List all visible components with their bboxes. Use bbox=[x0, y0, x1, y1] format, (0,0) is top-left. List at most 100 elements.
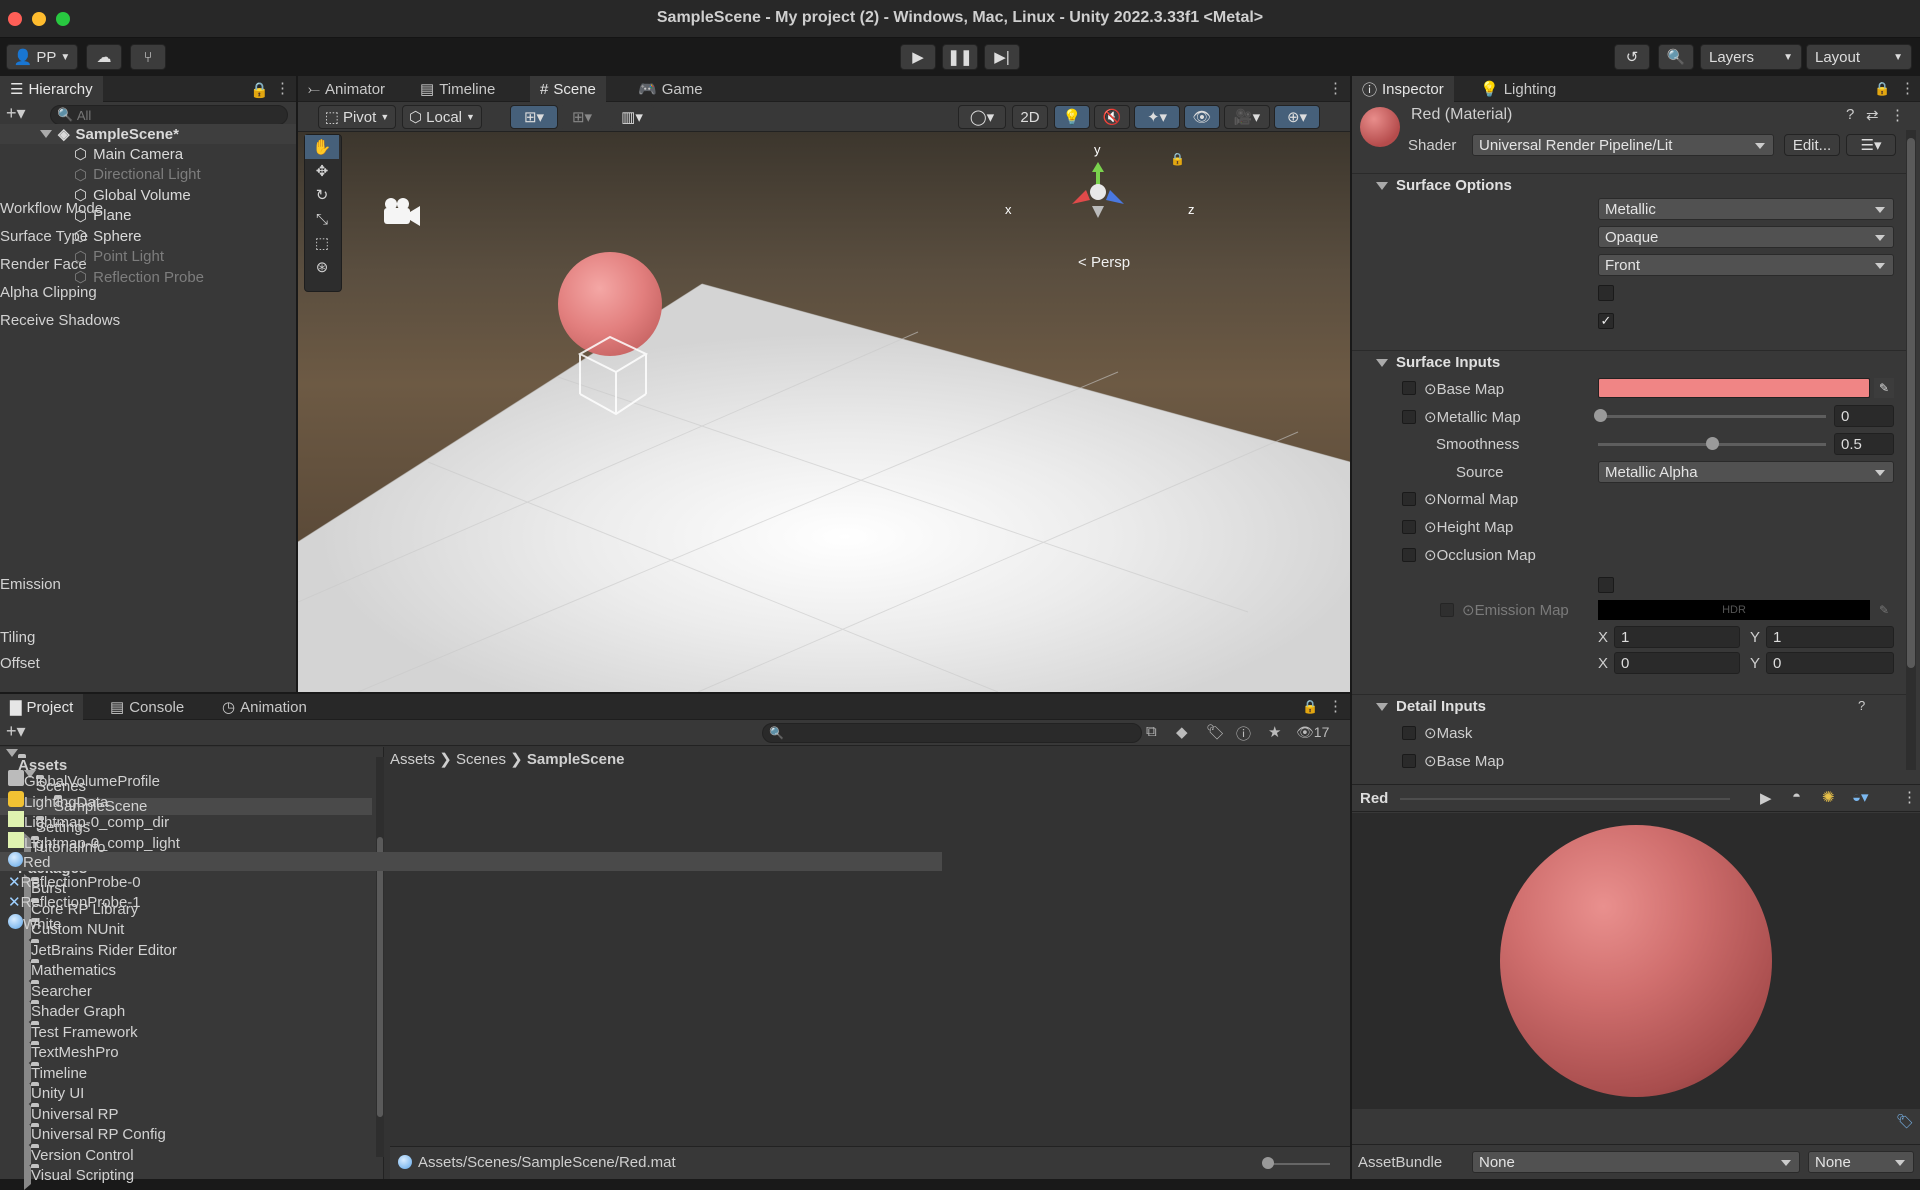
project-tree-item[interactable]: Mathematics bbox=[0, 956, 372, 985]
eyedropper-icon[interactable]: ✎ bbox=[1874, 600, 1894, 620]
tiling-y-field[interactable]: 1 bbox=[1766, 626, 1894, 648]
align-toggle[interactable]: ▥▾ bbox=[610, 105, 654, 129]
detail-inputs-header[interactable]: Detail Inputs bbox=[1352, 694, 1910, 718]
preview-drag-handle[interactable] bbox=[1400, 798, 1730, 800]
gizmos-dropdown[interactable]: ⊕▾ bbox=[1274, 105, 1320, 129]
2d-toggle[interactable]: 2D bbox=[1012, 105, 1048, 129]
more-menu-icon[interactable]: ⋮ bbox=[275, 79, 290, 97]
audio-toggle[interactable]: 🔇 bbox=[1094, 105, 1130, 129]
local-dropdown[interactable]: ⬡ Local ▼ bbox=[402, 105, 482, 129]
help-icon[interactable]: ? bbox=[1858, 698, 1865, 713]
scene-viewport[interactable]: ✋ ✥ ↻ ⤡ ⬚ ⊛ x y z 🔒 < Persp bbox=[298, 132, 1350, 692]
more-menu-icon[interactable]: ⋮ bbox=[1328, 697, 1343, 715]
workflow-mode-dropdown[interactable]: Metallic bbox=[1598, 198, 1894, 220]
collab-button[interactable]: ⑂ bbox=[130, 44, 166, 70]
hierarchy-search-input[interactable]: 🔍 All bbox=[50, 105, 288, 125]
project-tree-item[interactable]: TextMeshPro bbox=[0, 1038, 372, 1067]
asset-item[interactable]: White bbox=[0, 913, 942, 933]
inspector-scrollbar[interactable] bbox=[1906, 130, 1916, 770]
scene-visibility-toggle[interactable]: 👁 bbox=[1184, 105, 1220, 129]
shader-options-button[interactable]: ☰▾ bbox=[1846, 134, 1896, 156]
project-tree-item[interactable]: JetBrains Rider Editor bbox=[0, 935, 372, 965]
breadcrumb-assets[interactable]: Assets bbox=[390, 751, 435, 768]
step-button[interactable]: ▶| bbox=[984, 44, 1020, 70]
label-tag-icon[interactable]: 🏷 bbox=[1896, 1113, 1914, 1130]
pause-button[interactable]: ❚❚ bbox=[942, 44, 978, 70]
tab-lighting[interactable]: 💡 Lighting bbox=[1470, 76, 1566, 102]
layout-dropdown[interactable]: Layout ▼ bbox=[1806, 44, 1912, 70]
emission-map-texture-slot[interactable] bbox=[1440, 603, 1454, 617]
metallic-slider-handle[interactable] bbox=[1594, 409, 1607, 422]
lock-icon[interactable]: 🔒 bbox=[1302, 699, 1318, 715]
mask-texture-slot[interactable] bbox=[1402, 726, 1416, 740]
favorites-star-icon[interactable]: ★ bbox=[1268, 723, 1281, 741]
normal-map-texture-slot[interactable] bbox=[1402, 492, 1416, 506]
icon-size-slider[interactable] bbox=[1270, 1163, 1330, 1165]
source-dropdown[interactable]: Metallic Alpha bbox=[1598, 461, 1894, 483]
rotate-tool-icon[interactable]: ↻ bbox=[305, 183, 339, 207]
lock-icon[interactable]: 🔒 bbox=[250, 81, 269, 99]
emission-color-swatch[interactable]: HDR bbox=[1598, 600, 1870, 620]
transform-tool-icon[interactable]: ⊛ bbox=[305, 255, 339, 279]
scrollbar-thumb[interactable] bbox=[1907, 138, 1915, 668]
filter-by-label-icon[interactable]: 🏷 bbox=[1206, 723, 1225, 741]
material-preview-area[interactable]: 🏷 bbox=[1352, 813, 1920, 1129]
project-tree-item[interactable]: Version Control bbox=[0, 1140, 372, 1170]
more-menu-icon[interactable]: ⋮ bbox=[1900, 79, 1915, 97]
asset-item[interactable]: Red bbox=[0, 852, 942, 871]
hand-tool-icon[interactable]: ✋ bbox=[305, 135, 339, 159]
alpha-clipping-checkbox[interactable] bbox=[1598, 285, 1614, 301]
offset-y-field[interactable]: 0 bbox=[1766, 652, 1894, 674]
surface-type-dropdown[interactable]: Opaque bbox=[1598, 226, 1894, 248]
smoothness-value-field[interactable]: 0.5 bbox=[1834, 433, 1894, 455]
shading-mode-dropdown[interactable]: ◯▾ bbox=[958, 105, 1006, 129]
metallic-value-field[interactable]: 0 bbox=[1834, 405, 1894, 427]
scene-root[interactable]: ◈ SampleScene* bbox=[0, 124, 296, 144]
receive-shadows-checkbox[interactable]: ✓ bbox=[1598, 313, 1614, 329]
asset-item[interactable]: GlobalVolumeProfile bbox=[0, 770, 942, 790]
breadcrumb-samplescene[interactable]: SampleScene bbox=[527, 751, 625, 768]
surface-options-header[interactable]: Surface Options bbox=[1352, 173, 1910, 197]
presets-icon[interactable]: ⇄ bbox=[1866, 106, 1879, 124]
tab-game[interactable]: 🎮 Game bbox=[628, 76, 713, 102]
hidden-packages-toggle[interactable]: 👁17 bbox=[1296, 724, 1329, 741]
edit-shader-button[interactable]: Edit... bbox=[1784, 134, 1840, 156]
more-menu-icon[interactable]: ⋮ bbox=[1328, 79, 1343, 97]
render-face-dropdown[interactable]: Front bbox=[1598, 254, 1894, 276]
detail-base-map-texture-slot[interactable] bbox=[1402, 754, 1416, 768]
more-menu-icon[interactable]: ⋮ bbox=[1902, 788, 1917, 806]
filter-by-type-icon[interactable]: ◆ bbox=[1176, 723, 1188, 741]
project-tree-item[interactable]: Visual Scripting bbox=[0, 1161, 372, 1190]
surface-inputs-header[interactable]: Surface Inputs bbox=[1352, 350, 1910, 374]
asset-item[interactable]: Lightmap-0_comp_light bbox=[0, 831, 942, 852]
filter-warning-icon[interactable]: ⓘ bbox=[1236, 723, 1251, 744]
preview-sphere-icon[interactable]: ◒▾ bbox=[1852, 788, 1869, 806]
account-button[interactable]: 👤 PP ▼ bbox=[6, 44, 78, 70]
preview-light-icon[interactable]: ✺ bbox=[1822, 788, 1835, 806]
undo-history-button[interactable]: ↺ bbox=[1614, 44, 1650, 70]
hierarchy-item[interactable]: ⬡ Main Camera bbox=[0, 144, 296, 164]
asset-item[interactable]: ✕ ReflectionProbe-1 bbox=[0, 893, 942, 911]
emission-checkbox[interactable] bbox=[1598, 577, 1614, 593]
project-tree-item[interactable]: Test Framework bbox=[0, 1017, 372, 1047]
offset-x-field[interactable]: 0 bbox=[1614, 652, 1740, 674]
project-search-input[interactable]: 🔍 bbox=[762, 723, 1142, 743]
search-by-type-icon[interactable]: ⧉ bbox=[1146, 723, 1157, 740]
grid-snap-toggle[interactable]: ⊞▾ bbox=[510, 105, 558, 129]
assetbundle-dropdown[interactable]: None bbox=[1472, 1151, 1800, 1173]
pivot-dropdown[interactable]: ⬚ Pivot ▼ bbox=[318, 105, 396, 129]
lighting-toggle[interactable]: 💡 bbox=[1054, 105, 1090, 129]
perspective-toggle[interactable]: < Persp bbox=[1078, 254, 1130, 271]
search-button[interactable]: 🔍 bbox=[1658, 44, 1694, 70]
lock-icon[interactable]: 🔒 bbox=[1874, 81, 1890, 97]
breadcrumb-scenes[interactable]: Scenes bbox=[456, 751, 506, 768]
shader-dropdown[interactable]: Universal Render Pipeline/Lit bbox=[1472, 134, 1774, 156]
asset-item[interactable]: ✕ ReflectionProbe-0 bbox=[0, 873, 942, 891]
tiling-x-field[interactable]: 1 bbox=[1614, 626, 1740, 648]
tab-animator[interactable]: ⤚ Animator bbox=[298, 76, 395, 102]
metallic-map-texture-slot[interactable] bbox=[1402, 410, 1416, 424]
tab-inspector[interactable]: ⓘ Inspector bbox=[1352, 76, 1454, 102]
scale-tool-icon[interactable]: ⤡ bbox=[305, 207, 339, 231]
tab-animation[interactable]: ◷ Animation bbox=[212, 694, 317, 720]
hierarchy-item[interactable]: ⬡ Directional Light bbox=[0, 165, 296, 185]
